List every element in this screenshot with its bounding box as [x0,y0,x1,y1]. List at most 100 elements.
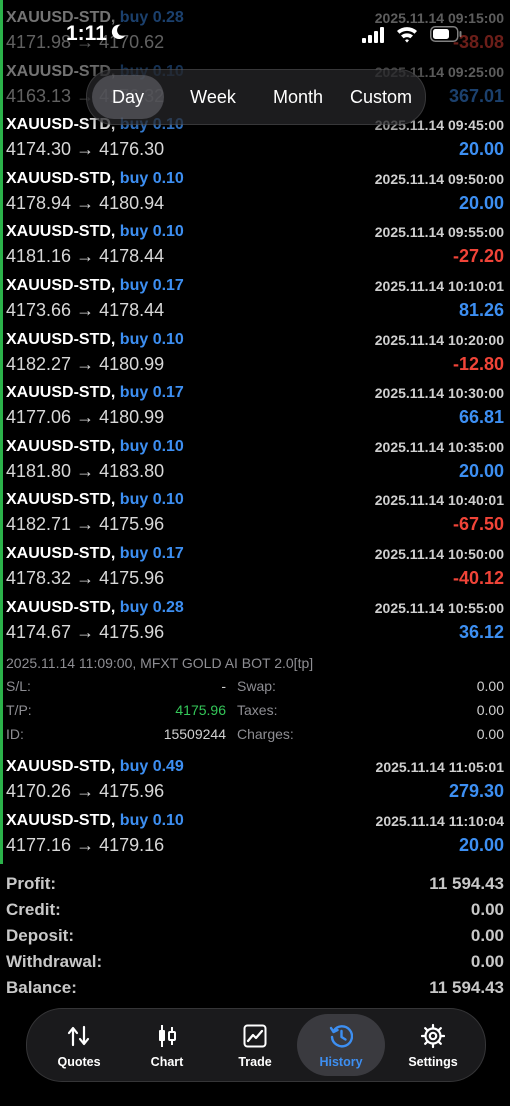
deal-row[interactable]: XAUUSD-STD, buy 0.17 2025.11.14 10:30:00 4… [0,380,510,434]
tab-quotes[interactable]: Quotes [35,1009,123,1081]
deal-side-volume: buy 0.17 [119,544,184,562]
wifi-icon [397,27,417,43]
deal-prices: 4170.26 → 4175.96 [6,781,165,802]
id-label: ID: [6,726,24,743]
deal-prices: 4182.71 → 4175.96 [6,514,165,535]
deal-symbol: XAUUSD-STD, buy 0.17 [6,384,184,402]
deal-symbol-name: XAUUSD-STD, [6,169,116,187]
deal-symbol-name: XAUUSD-STD, [6,544,116,562]
charges-label: Charges: [237,726,294,743]
period-tab-custom[interactable]: Custom [341,75,421,119]
period-selector: Day Week Month Custom [86,69,426,125]
deal-symbol: XAUUSD-STD, buy 0.10 [6,331,184,349]
deal-symbol: XAUUSD-STD, buy 0.10 [6,223,184,241]
deal-profit: 20.00 [458,834,504,855]
position-details-header: 2025.11.14 11:09:00, MFXT GOLD AI BOT 2.… [6,655,314,672]
moon-icon [111,24,126,40]
quotes-arrows-icon [67,1025,90,1047]
deal-row[interactable]: XAUUSD-STD, buy 0.10 2025.11.14 09:50:00 4… [0,166,510,220]
summary-row-withdrawal: Withdrawal: 0.00 [0,950,510,976]
account-summary: Profit: 11 594.43 Credit: 0.00 Deposit: … [0,872,510,1002]
deal-side-volume: buy 0.10 [119,169,184,187]
details-row-sl: S/L: - Swap: 0.00 [0,678,510,702]
deal-profit: 20.00 [458,192,504,213]
deal-prices: 4182.27 → 4180.99 [6,353,165,374]
deal-symbol-name: XAUUSD-STD, [6,811,116,829]
deal-profit: -67.50 [452,514,504,535]
deal-symbol-name: XAUUSD-STD, [6,491,116,509]
tab-label: Settings [408,1055,458,1069]
tp-value: 4175.96 [175,702,226,719]
deal-side-volume: buy 0.10 [119,330,184,348]
deal-side-volume: buy 0.28 [119,9,184,26]
deal-prices: 4174.30 → 4176.30 [6,139,165,160]
deal-symbol: XAUUSD-STD, buy 0.10 [6,438,184,456]
summary-value: 0.00 [470,926,504,945]
deal-symbol: XAUUSD-STD, buy 0.10 [6,491,184,509]
deal-profit: 36.12 [458,621,504,642]
deal-symbol: XAUUSD-STD, buy 0.10 [6,812,184,830]
deal-profit: 367.01 [448,85,504,106]
summary-row-credit: Credit: 0.00 [0,898,510,924]
deal-row[interactable]: XAUUSD-STD, buy 0.17 2025.11.14 10:50:00 4… [0,541,510,595]
deal-datetime: 2025.11.14 10:35:00 [374,438,504,455]
deal-symbol-name: XAUUSD-STD, [6,437,116,455]
deal-prices: 4178.94 → 4180.94 [6,192,165,213]
deal-row[interactable]: XAUUSD-STD, buy 0.10 2025.11.14 10:35:00 4… [0,434,510,488]
swap-label: Swap: [237,678,276,695]
deal-side-volume: buy 0.17 [119,384,184,402]
deal-prices: 4174.67 → 4175.96 [6,621,165,642]
history-clock-icon [329,1025,353,1048]
position-details[interactable]: 2025.11.14 11:09:00, MFXT GOLD AI BOT 2.… [0,648,510,754]
deal-profit: 20.00 [458,460,504,481]
tab-history[interactable]: History [297,1014,385,1076]
period-tab-week[interactable]: Week [169,75,257,119]
deal-datetime: 2025.11.14 10:55:00 [374,599,504,616]
candlestick-icon [159,1025,176,1047]
summary-value: 11 594.43 [429,978,504,997]
deal-side-volume: buy 0.17 [119,276,184,294]
deal-row[interactable]: XAUUSD-STD, buy 0.10 2025.11.14 10:40:01 4… [0,487,510,541]
deal-row[interactable]: XAUUSD-STD, buy 0.10 2025.11.14 09:55:00 4… [0,219,510,273]
deal-datetime: 2025.11.14 09:55:00 [374,224,504,241]
deal-symbol-name: XAUUSD-STD, [6,223,116,241]
deal-symbol: XAUUSD-STD, buy 0.28 [6,599,184,617]
tab-settings[interactable]: Settings [389,1009,477,1081]
tab-trade[interactable]: Trade [211,1009,299,1081]
deal-row[interactable]: XAUUSD-STD, buy 0.17 2025.11.14 10:10:01 4… [0,273,510,327]
period-tab-day[interactable]: Day [92,75,164,119]
deal-prices: 4177.16 → 4179.16 [6,834,165,855]
taxes-value: 0.00 [476,702,504,719]
tab-label: Chart [150,1055,184,1069]
period-tab-month[interactable]: Month [255,75,341,119]
summary-row-deposit: Deposit: 0.00 [0,924,510,950]
deal-profit: 81.26 [458,299,504,320]
deal-datetime: 2025.11.14 10:20:00 [374,331,504,348]
summary-label: Credit: [6,900,61,919]
deal-row[interactable]: XAUUSD-STD, buy 0.28 2025.11.14 10:55:00 4… [0,595,510,649]
summary-value: 0.00 [470,900,504,919]
deal-symbol: XAUUSD-STD, buy 0.49 [6,758,184,776]
summary-label: Profit: [6,874,57,893]
taxes-label: Taxes: [237,702,278,719]
summary-label: Balance: [6,978,77,997]
sl-value: - [221,678,226,695]
sl-label: S/L: [6,678,31,695]
deal-prices: 4177.06 → 4180.99 [6,407,165,428]
deal-profit: 20.00 [458,139,504,160]
deal-symbol-name: XAUUSD-STD, [6,330,116,348]
charges-value: 0.00 [476,726,504,743]
swap-value: 0.00 [476,678,504,695]
tab-label: Quotes [57,1055,101,1069]
deal-side-volume: buy 0.10 [119,811,184,829]
history-deals-list: XAUUSD-STD, buy 0.28 2025.11.14 09:15:00 4… [0,5,510,861]
tab-label: History [319,1055,363,1069]
deal-prices: 4181.80 → 4183.80 [6,460,165,481]
tab-chart[interactable]: Chart [123,1009,211,1081]
deal-row[interactable]: XAUUSD-STD, buy 0.49 2025.11.14 11:05:01 4… [0,754,510,808]
deal-symbol: XAUUSD-STD, buy 0.10 [6,170,184,188]
deal-row[interactable]: XAUUSD-STD, buy 0.10 2025.11.14 11:10:04 4… [0,808,510,862]
deal-row[interactable]: XAUUSD-STD, buy 0.10 2025.11.14 10:20:00 4… [0,327,510,381]
deal-datetime: 2025.11.14 10:10:01 [374,277,504,294]
details-row-id: ID: 15509244 Charges: 0.00 [0,726,510,750]
